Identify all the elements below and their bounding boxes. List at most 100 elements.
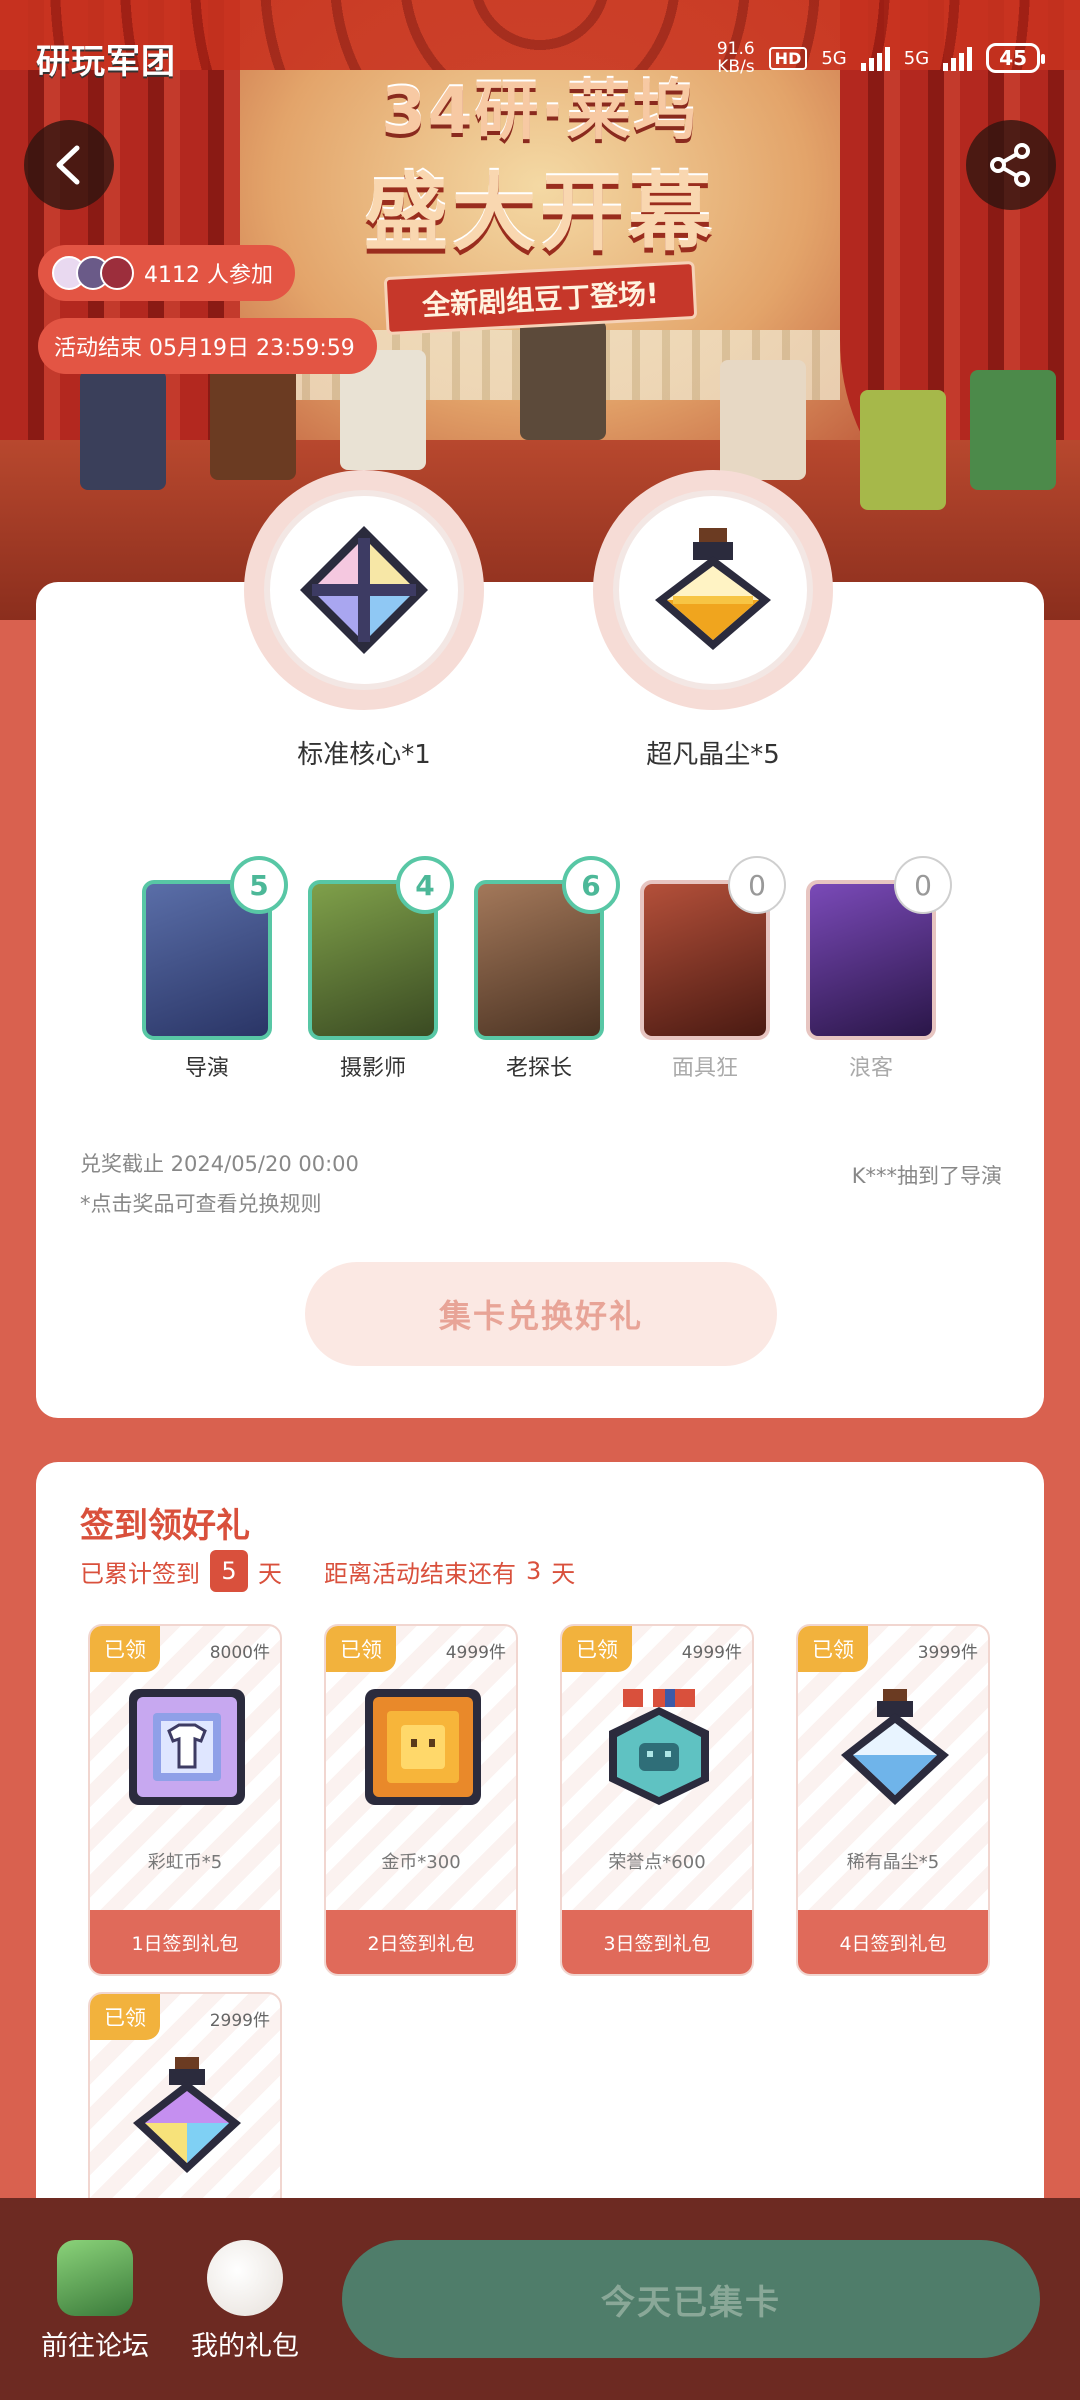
bottom-action-bar: 前往论坛 我的礼包 今天已集卡: [0, 2198, 1080, 2400]
participant-avatars: [52, 256, 134, 290]
event-end-badge: 活动结束 05月19日 23:59:59: [38, 318, 377, 374]
event-end-time: 活动结束 05月19日 23:59:59: [54, 336, 355, 361]
card-count-badge: 6: [562, 856, 620, 914]
gift-name: 彩虹币*5: [147, 1852, 223, 1873]
remaining-prefix: 距离活动结束还有: [324, 1559, 516, 1588]
gift-icon-wrap: [830, 1682, 960, 1812]
my-gifts-button[interactable]: 我的礼包: [180, 2240, 310, 2363]
today-collected-button[interactable]: 今天已集卡: [342, 2240, 1040, 2358]
exchange-button[interactable]: 集卡兑换好礼: [305, 1262, 777, 1366]
draw-ticker: K***抽到了导演: [851, 1164, 1002, 1188]
checkin-gift-day3[interactable]: 已领 4999件 荣誉点*600 3日签到礼包: [560, 1624, 754, 1976]
network-speed: 91.6 KB/s: [717, 40, 755, 76]
claimed-badge: 已领: [90, 1994, 160, 2040]
reward-item-dust[interactable]: 超凡晶尘*5: [593, 470, 833, 771]
cumulative-suffix: 天: [258, 1559, 282, 1588]
reward-circle: [244, 470, 484, 710]
checkin-gift-day4[interactable]: 已领 3999件 稀有晶尘*5 4日签到礼包: [796, 1624, 990, 1976]
claimed-badge: 已领: [326, 1626, 396, 1672]
character-name: 面具狂: [671, 1056, 738, 1081]
checkin-gift-day2[interactable]: 已领 4999件 金币*300 2日签到礼包: [324, 1624, 518, 1976]
reward-circle-inner: [613, 490, 813, 690]
pixel-character-sprite: [970, 370, 1056, 490]
gift-stock: 3999件: [917, 1643, 978, 1663]
character-name: 导演: [184, 1056, 229, 1081]
character-card-detective[interactable]: 6 老探长: [474, 856, 620, 1082]
forum-app-icon: [57, 2240, 133, 2316]
character-name: 摄影师: [339, 1056, 406, 1081]
signal-icon: [943, 45, 973, 71]
core-crystal-icon: [300, 526, 428, 654]
reward-circle: [593, 470, 833, 710]
gold-dust-bottle-icon: [655, 528, 771, 650]
rainbow-coin-icon: [129, 1689, 245, 1805]
signal-icon: [860, 45, 890, 71]
battery-icon: 45: [986, 43, 1045, 73]
character-card-photographer[interactable]: 4 摄影师: [308, 856, 454, 1082]
system-indicators: 91.6 KB/s HD 5G 5G 45: [717, 40, 1045, 76]
gift-stock: 4999件: [681, 1643, 742, 1663]
cumulative-days: 5: [210, 1550, 248, 1592]
character-name: 浪客: [848, 1056, 893, 1081]
brand-watermark: 研玩军团: [36, 42, 176, 82]
pixel-character-sprite: [80, 370, 166, 490]
exchange-rule-hint: *点击奖品可查看兑换规则: [80, 1192, 322, 1216]
gift-icon-wrap: [122, 1682, 252, 1812]
gift-claim-button[interactable]: 4日签到礼包: [798, 1910, 988, 1974]
network-type-2: 5G: [903, 47, 930, 69]
forum-label: 前往论坛: [41, 2331, 149, 2362]
blue-dust-bottle-icon: [841, 1689, 949, 1805]
network-type-1: 5G: [821, 47, 847, 69]
gift-name: 稀有晶尘*5: [846, 1852, 940, 1873]
gift-claim-button[interactable]: 2日签到礼包: [326, 1910, 516, 1974]
avatar: [100, 256, 134, 290]
participants-count: 4112 人参加: [144, 263, 273, 288]
card-count-badge: 4: [396, 856, 454, 914]
gift-stock: 8000件: [209, 1643, 270, 1663]
event-ribbon: 全新剧组豆丁登场!: [383, 260, 697, 336]
hd-icon: HD: [768, 46, 808, 70]
gift-icon-wrap: [594, 1682, 724, 1812]
share-icon: [990, 143, 1030, 187]
pixel-character-sprite: [860, 390, 946, 510]
checkin-title: 签到领好礼: [80, 1506, 250, 1546]
share-button[interactable]: [966, 120, 1056, 210]
gift-name: 金币*300: [381, 1852, 461, 1873]
claimed-badge: 已领: [562, 1626, 632, 1672]
checkin-summary: 已累计签到 5 天 距离活动结束还有 3 天: [80, 1550, 575, 1592]
character-name: 老探长: [505, 1056, 572, 1081]
claimed-badge: 已领: [798, 1626, 868, 1672]
gift-claim-button[interactable]: 3日签到礼包: [562, 1910, 752, 1974]
gift-stock: 4999件: [445, 1643, 506, 1663]
gifts-label: 我的礼包: [191, 2331, 299, 2362]
network-speed-value: 91.6: [716, 39, 755, 59]
gift-claim-button[interactable]: 1日签到礼包: [90, 1910, 280, 1974]
character-card-director[interactable]: 5 导演: [142, 856, 288, 1082]
honor-medal-icon: [609, 1689, 709, 1805]
claimed-badge: 已领: [90, 1626, 160, 1672]
character-card-list: 5 导演 4 摄影师 6 老探长 0 面具狂 0 浪客: [142, 856, 952, 1082]
pixel-character-sprite: [720, 360, 806, 480]
network-speed-unit: KB/s: [717, 57, 755, 77]
gift-icon-wrap: [122, 2050, 252, 2180]
card-count-badge: 0: [894, 856, 952, 914]
rainbow-dust-bottle-icon: [133, 2057, 241, 2173]
character-card-ronin[interactable]: 0 浪客: [806, 856, 952, 1082]
checkin-gift-day1[interactable]: 已领 8000件 彩虹币*5 1日签到礼包: [88, 1624, 282, 1976]
participants-badge: 4112 人参加: [38, 245, 295, 301]
chevron-left-icon: [56, 145, 80, 185]
status-bar: 研玩军团 91.6 KB/s HD 5G 5G 45: [0, 0, 1080, 110]
pixel-character-sprite: [520, 320, 606, 440]
back-button[interactable]: [24, 120, 114, 210]
go-to-forum-button[interactable]: 前往论坛: [30, 2240, 160, 2363]
reward-item-core[interactable]: 标准核心*1: [244, 470, 484, 771]
card-count-badge: 5: [230, 856, 288, 914]
character-card-masked[interactable]: 0 面具狂: [640, 856, 786, 1082]
gift-stock: 2999件: [209, 2011, 270, 2031]
exchange-deadline: 兑奖截止 2024/05/20 00:00: [80, 1152, 359, 1176]
gift-icon-wrap: [358, 1682, 488, 1812]
gift-name: 荣誉点*600: [608, 1852, 706, 1873]
pixel-character-sprite: [210, 360, 296, 480]
remaining-suffix: 天: [551, 1559, 576, 1588]
gift-bag-icon: [207, 2240, 283, 2316]
